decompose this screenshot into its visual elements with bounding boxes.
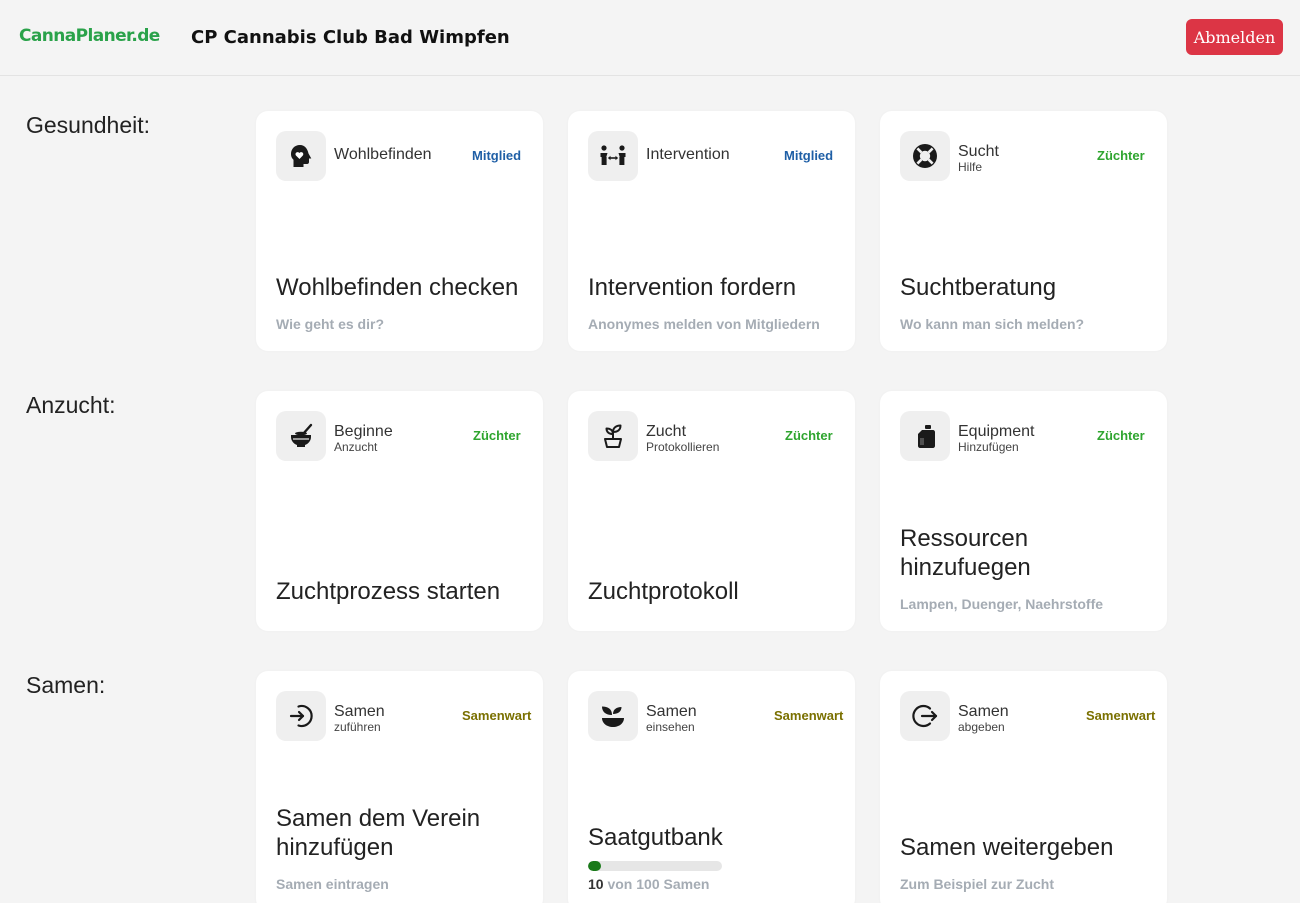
card-subname: Hinzufügen [958, 440, 1019, 454]
card-subname: Hilfe [958, 160, 983, 174]
seedbank-count: 10 [588, 876, 604, 892]
card-name: Equipment Hinzufügen [958, 423, 1035, 454]
card-name: Beginne Anzucht [334, 423, 393, 454]
section-label-anzucht: Anzucht: [26, 392, 116, 418]
card-subname: Anzucht [334, 440, 378, 454]
role-badge: Züchter [1097, 428, 1145, 443]
card-description: Samen eintragen [276, 876, 389, 892]
seedling-bowl-icon [588, 691, 638, 741]
people-arrows-icon [588, 131, 638, 181]
role-badge: Mitglied [784, 148, 834, 163]
logout-button[interactable]: Abmelden [1186, 19, 1283, 55]
seedbank-total: von 100 Samen [603, 876, 710, 892]
role-badge: Züchter [1097, 148, 1145, 163]
card-description: Lampen, Duenger, Naehrstoffe [900, 596, 1104, 612]
jug-icon [900, 411, 950, 461]
card-title: Zuchtprotokoll [588, 578, 739, 605]
card-zucht[interactable]: Zucht Protokollieren Züchter Zuchtprotoko… [568, 391, 855, 631]
card-wohlbefinden[interactable]: Wohlbefinden Mitglied Wohlbefinden check… [256, 111, 543, 351]
card-subname: einsehen [646, 720, 695, 734]
card-name: Samen zuführen [334, 703, 385, 734]
role-badge: Züchter [785, 428, 833, 443]
top-bar: CannaPlaner.de CP Cannabis Club Bad Wimp… [0, 0, 1300, 76]
role-badge: Züchter [473, 428, 521, 443]
club-name: CP Cannabis Club Bad Wimpfen [191, 27, 510, 48]
card-description: Zum Beispiel zur Zucht [900, 876, 1055, 892]
card-subname: Protokollieren [646, 440, 720, 454]
card-title: Zuchtprozess starten [276, 578, 501, 605]
app-logo[interactable]: CannaPlaner.de [19, 26, 160, 46]
card-title: Samen weitergeben [900, 834, 1114, 861]
role-badge: Samenwart [774, 708, 844, 723]
role-badge: Samenwart [1086, 708, 1156, 723]
card-subname: zuführen [334, 720, 381, 734]
seedbank-progress-bar [588, 861, 722, 871]
card-name: Zucht Protokollieren [646, 423, 720, 454]
sign-out-icon [900, 691, 950, 741]
section-label-gesundheit: Gesundheit: [26, 112, 151, 138]
section-label-samen: Samen: [26, 672, 106, 698]
card-title: Samen dem Verein hinzufügen [276, 805, 481, 861]
card-name: Intervention [646, 146, 730, 163]
seedbank-progress-fill [588, 861, 602, 871]
card-beginne-anzucht[interactable]: Beginne Anzucht Züchter Zuchtprozess star… [256, 391, 543, 631]
card-title: Ressourcen hinzufuegen [900, 525, 1031, 581]
card-name: Sucht Hilfe [958, 143, 999, 174]
sprout-pot-icon [588, 411, 638, 461]
card-intervention[interactable]: Intervention Mitglied Intervention forde… [568, 111, 855, 351]
card-description: Wie geht es dir? [276, 316, 385, 332]
life-ring-icon [900, 131, 950, 181]
card-samen-zufuehren[interactable]: Samen zuführen Samenwart Samen dem Verein… [256, 671, 543, 903]
head-heart-icon [276, 131, 326, 181]
card-samen-abgeben[interactable]: Samen abgeben Samenwart Samen weitergeben… [880, 671, 1167, 903]
card-title: Wohlbefinden checken [276, 274, 519, 301]
card-saatgutbank[interactable]: Samen einsehen Samenwart Saatgutbank 10 v… [568, 671, 855, 903]
card-title: Saatgutbank [588, 824, 723, 851]
card-title: Intervention fordern [588, 274, 797, 301]
card-name: Samen einsehen [646, 703, 697, 734]
role-badge: Mitglied [472, 148, 522, 163]
card-equipment[interactable]: Equipment Hinzufügen Züchter Ressourcen h… [880, 391, 1167, 631]
card-description: Wo kann man sich melden? [900, 316, 1085, 332]
seedbank-progress-text: 10 von 100 Samen [588, 876, 709, 892]
sign-in-icon [276, 691, 326, 741]
mortar-pestle-icon [276, 411, 326, 461]
card-subname: abgeben [958, 720, 1005, 734]
card-name: Samen abgeben [958, 703, 1009, 734]
card-name: Wohlbefinden [334, 146, 432, 163]
role-badge: Samenwart [462, 708, 532, 723]
card-sucht[interactable]: Sucht Hilfe Züchter Suchtberatung Wo kann… [880, 111, 1167, 351]
card-title: Suchtberatung [900, 274, 1057, 301]
card-description: Anonymes melden von Mitgliedern [588, 316, 820, 332]
